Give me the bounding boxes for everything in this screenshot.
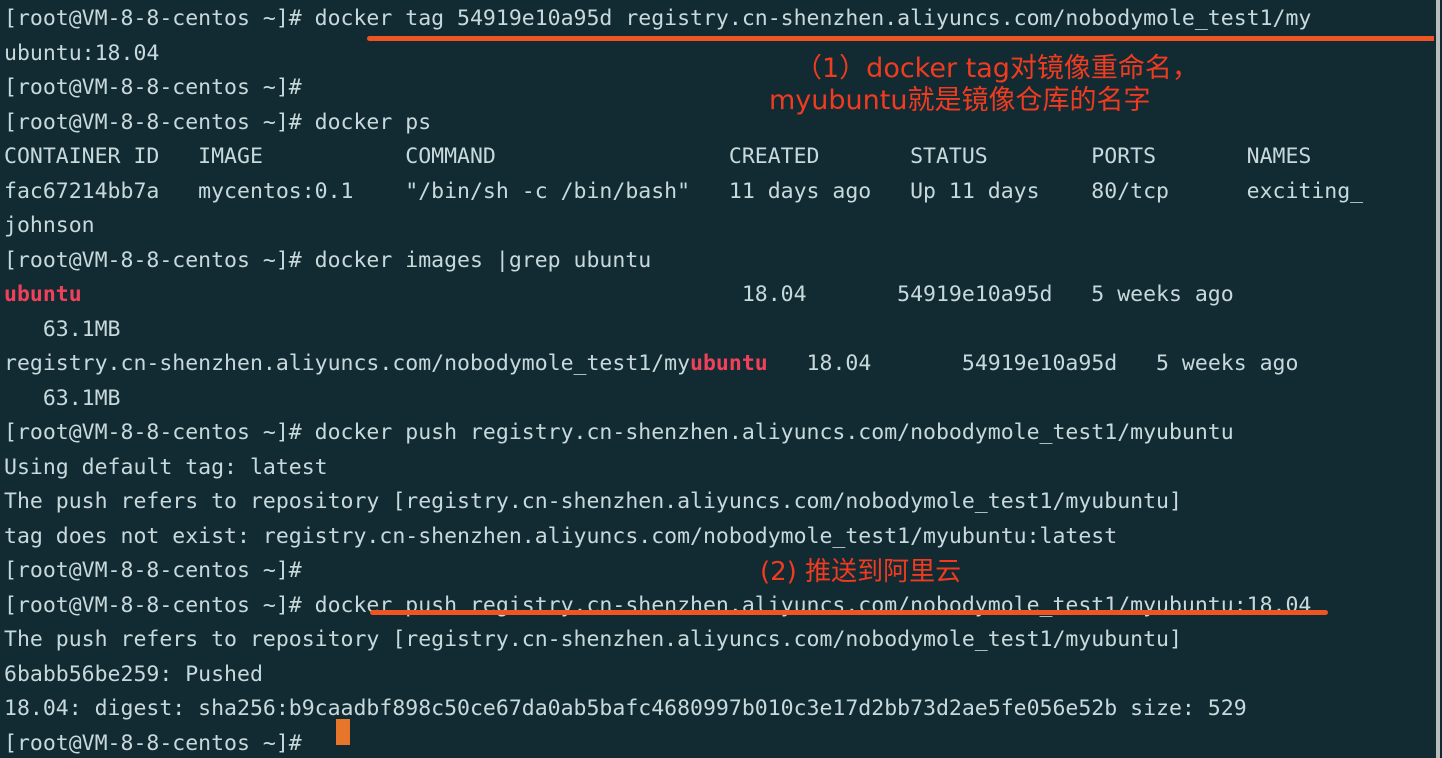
highlighted-text: ubuntu [690, 351, 768, 376]
terminal-text: The push refers to repository [registry.… [4, 627, 1182, 652]
terminal-text: 63.1MB [4, 316, 121, 342]
terminal-text: 18.04 54919e10a95d 5 weeks ago [767, 351, 1299, 376]
terminal-line: [root@VM-8-8-centos ~]# [4, 71, 1434, 106]
terminal-line: Using default tag: latest [4, 451, 1434, 486]
terminal-text: 63.1MB [4, 385, 121, 411]
terminal-text: [root@VM-8-8-centos ~]# docker ps [4, 109, 432, 135]
scrollbar-thumb[interactable] [1436, 0, 1440, 758]
annotation-docker-tag-line1: （1）docker tag对镜像重命名， [795, 53, 1199, 84]
terminal-text: fac67214bb7a mycentos:0.1 "/bin/sh -c /b… [4, 178, 1364, 204]
terminal-line: 18.04: digest: sha256:b9caadbf898c50ce67… [4, 692, 1434, 727]
terminal-line: [root@VM-8-8-centos ~]# docker ps [4, 106, 1434, 141]
annotation-underline-push-command [370, 610, 1328, 615]
terminal-line: ubuntu:18.04 [4, 37, 1434, 72]
terminal-text: ubuntu:18.04 [4, 40, 160, 66]
terminal-text: registry.cn-shenzhen.aliyuncs.com/nobody… [4, 351, 691, 376]
terminal-text: Using default tag: latest [4, 454, 328, 480]
terminal-output: [root@VM-8-8-centos ~]# docker tag 54919… [4, 2, 1434, 758]
terminal-cursor [336, 719, 350, 745]
terminal-line: [root@VM-8-8-centos ~]# docker push regi… [4, 416, 1434, 451]
terminal-line: tag does not exist: registry.cn-shenzhen… [4, 520, 1434, 555]
terminal-line: fac67214bb7a mycentos:0.1 "/bin/sh -c /b… [4, 175, 1434, 210]
terminal-text: [root@VM-8-8-centos ~]# docker images |g… [4, 247, 652, 273]
terminal-line: johnson [4, 209, 1434, 244]
terminal-line: 6babb56be259: Pushed [4, 658, 1434, 693]
annotation-push-to-aliyun-line1: (2) 推送到阿里云 [760, 557, 962, 587]
annotation-docker-tag-line2: myubuntu就是镜像仓库的名字 [769, 85, 1151, 116]
terminal-text: The push refers to repository [registry.… [4, 489, 1182, 514]
terminal-line: [root@VM-8-8-centos ~]# [4, 554, 1434, 589]
terminal-line: The push refers to repository [registry.… [4, 623, 1434, 658]
terminal-text: [root@VM-8-8-centos ~]# [4, 75, 302, 100]
terminal-line: [root@VM-8-8-centos ~]# docker tag 54919… [4, 2, 1434, 37]
highlighted-text: ubuntu [4, 282, 82, 307]
terminal-text: [root@VM-8-8-centos ~]# [4, 730, 315, 756]
terminal-text: 18.04 54919e10a95d 5 weeks ago [81, 282, 1234, 307]
terminal-text: [root@VM-8-8-centos ~]# docker tag 54919… [4, 6, 1312, 31]
annotation-underline-tag-command [367, 36, 1442, 41]
terminal-line: ubuntu 18.04 54919e10a95d 5 weeks ago [4, 278, 1434, 313]
terminal-text: johnson [4, 213, 95, 238]
terminal-text: tag does not exist: registry.cn-shenzhen… [4, 523, 1118, 549]
terminal-line: 63.1MB [4, 313, 1434, 348]
terminal-line: [root@VM-8-8-centos ~]# [4, 727, 1434, 758]
terminal-line: CONTAINER ID IMAGE COMMAND CREATED STATU… [4, 140, 1434, 175]
terminal-line: registry.cn-shenzhen.aliyuncs.com/nobody… [4, 347, 1434, 382]
terminal-line: [root@VM-8-8-centos ~]# docker images |g… [4, 244, 1434, 279]
terminal-line: The push refers to repository [registry.… [4, 485, 1434, 520]
terminal-text: 18.04: digest: sha256:b9caadbf898c50ce67… [4, 696, 1247, 721]
terminal-text: [root@VM-8-8-centos ~]# docker push regi… [4, 420, 1234, 445]
terminal-text: [root@VM-8-8-centos ~]# [4, 558, 302, 583]
terminal-text: CONTAINER ID IMAGE COMMAND CREATED STATU… [4, 144, 1312, 169]
annotation-docker-tag: （1）docker tag对镜像重命名， myubuntu就是镜像仓库的名字 [769, 53, 1199, 117]
terminal-text: 6babb56be259: Pushed [4, 661, 263, 687]
scrollbar-track[interactable] [1434, 0, 1442, 758]
annotation-push-to-aliyun: (2) 推送到阿里云 [760, 556, 961, 588]
terminal-window[interactable]: [root@VM-8-8-centos ~]# docker tag 54919… [0, 0, 1442, 758]
terminal-line: [root@VM-8-8-centos ~]# docker push regi… [4, 589, 1434, 624]
terminal-line: 63.1MB [4, 382, 1434, 417]
